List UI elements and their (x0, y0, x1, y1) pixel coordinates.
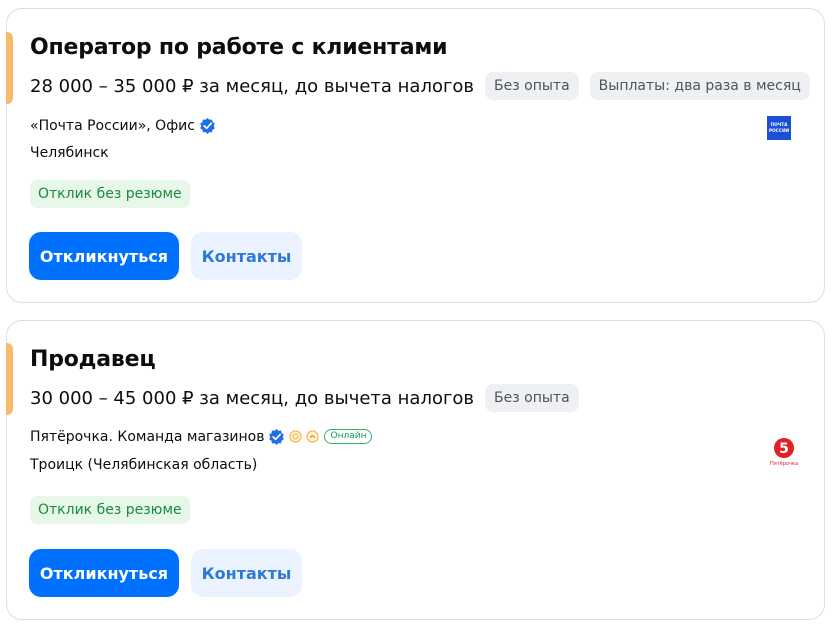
company-logo[interactable]: 5 Пятёрочка (767, 437, 801, 467)
contacts-button[interactable]: Контакты (191, 232, 302, 280)
logo-digit: 5 (779, 441, 789, 457)
highlight-bar (6, 343, 13, 415)
tag-payments: Выплаты: два раза в месяц (589, 72, 810, 100)
online-badge: Онлайн (324, 429, 373, 444)
tag-experience: Без опыта (485, 384, 579, 412)
bonus-badge-icon[interactable] (306, 430, 320, 443)
no-resume-badge: Отклик без резюме (30, 496, 190, 524)
apply-button[interactable]: Откликнуться (29, 232, 179, 280)
salary-row: 30 000 – 45 000 ₽ за месяц, до вычета на… (30, 384, 590, 412)
vacancy-city: Троицк (Челябинская область) (30, 457, 258, 473)
verified-check-icon (269, 428, 285, 445)
vacancy-city: Челябинск (30, 145, 109, 161)
rating-badge-icon[interactable] (289, 430, 303, 443)
salary-row: 28 000 – 35 000 ₽ за месяц, до вычета на… (30, 72, 821, 100)
salary: 28 000 – 35 000 ₽ за месяц, до вычета на… (30, 75, 475, 97)
no-resume-badge: Отклик без резюме (30, 180, 190, 208)
tag-experience: Без опыта (485, 72, 579, 100)
vacancy-title[interactable]: Продавец (30, 347, 156, 372)
company-name[interactable]: Пятёрочка. Команда магазинов (30, 429, 264, 445)
salary: 30 000 – 45 000 ₽ за месяц, до вычета на… (30, 387, 475, 409)
contacts-button[interactable]: Контакты (191, 549, 302, 597)
highlight-bar (6, 32, 13, 104)
company-row: Пятёрочка. Команда магазинов Онлайн (30, 428, 373, 445)
company-row: «Почта России», Офис (30, 117, 216, 134)
company-name[interactable]: «Почта России», Офис (30, 118, 195, 134)
company-logo[interactable]: ПОЧТА РОССИИ (767, 116, 791, 140)
vacancy-card[interactable]: Продавец 30 000 – 45 000 ₽ за месяц, до … (6, 320, 825, 620)
apply-button[interactable]: Откликнуться (29, 549, 179, 597)
logo-text-line2: РОССИИ (769, 128, 790, 134)
logo-wordmark: Пятёрочка (770, 461, 798, 467)
vacancy-title[interactable]: Оператор по работе с клиентами (30, 35, 448, 60)
logo-text-line1: ПОЧТА (771, 122, 789, 128)
verified-check-icon (200, 117, 215, 134)
vacancy-card[interactable]: Оператор по работе с клиентами 28 000 – … (6, 8, 825, 303)
